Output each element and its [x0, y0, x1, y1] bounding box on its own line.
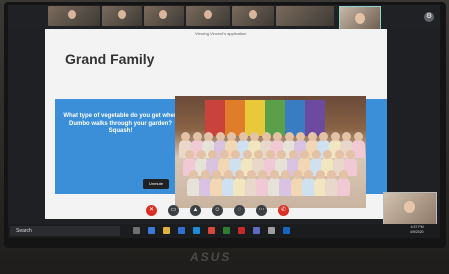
more-icon[interactable]: ⋯	[256, 205, 267, 216]
person-head	[261, 132, 271, 141]
participant-face	[118, 10, 126, 19]
file-explorer-icon[interactable]	[163, 227, 170, 234]
presenting-notice: Viewing Vincent's application	[195, 31, 247, 36]
person-head	[250, 132, 259, 141]
present-icon[interactable]: ▲	[190, 205, 201, 216]
person-head	[319, 132, 328, 141]
person-head	[258, 170, 267, 179]
edge-browser-icon[interactable]	[148, 227, 155, 234]
participant-face	[204, 10, 212, 19]
emoji-icon[interactable]: ☺	[212, 205, 223, 216]
windows-taskbar: Search 4:37 PM 4/9/2020	[8, 224, 440, 238]
store-icon[interactable]	[178, 227, 185, 234]
participant-face	[68, 10, 76, 19]
app-icon[interactable]	[223, 227, 230, 234]
word-icon[interactable]	[283, 227, 290, 234]
participant-tile[interactable]	[48, 6, 100, 26]
person-head	[281, 170, 290, 179]
person-head	[296, 132, 305, 141]
person-head	[334, 150, 344, 159]
person-head	[292, 170, 302, 179]
person-head	[204, 132, 213, 141]
person-head	[189, 170, 198, 179]
person-head	[300, 150, 309, 159]
app-icon[interactable]	[238, 227, 245, 234]
person-head	[227, 132, 236, 141]
mic-off-icon[interactable]: ✕	[146, 205, 157, 216]
person-head	[353, 132, 363, 141]
person-head	[304, 170, 313, 179]
person-head	[277, 150, 286, 159]
mail-icon[interactable]	[193, 227, 200, 234]
participant-tile[interactable]	[232, 6, 274, 26]
person-head	[311, 150, 321, 159]
participant-camera-thumbnail[interactable]	[383, 192, 437, 227]
person-head	[181, 132, 190, 141]
person-head	[196, 150, 206, 159]
end-call-icon[interactable]: ✆	[278, 205, 289, 216]
person-head	[307, 132, 317, 141]
laptop-screen: ⚙ Viewing Vincent's application Grand Fa…	[8, 5, 440, 238]
participant-tile[interactable]	[144, 6, 184, 26]
participant-tile[interactable]	[276, 6, 334, 26]
person-head	[254, 150, 263, 159]
clock-date: 4/9/2020	[410, 230, 424, 234]
chat-icon[interactable]: ◌	[234, 205, 245, 216]
app-icon[interactable]	[268, 227, 275, 234]
person-head	[269, 170, 279, 179]
task-view-icon[interactable]	[133, 227, 140, 234]
person-body	[336, 178, 350, 196]
person-head	[208, 150, 217, 159]
taskbar-search-box[interactable]: Search	[10, 226, 120, 236]
group-photo	[175, 96, 366, 208]
person-head	[265, 150, 275, 159]
system-clock[interactable]: 4:37 PM 4/9/2020	[410, 225, 424, 235]
person-head	[185, 150, 194, 159]
person-head	[330, 132, 340, 141]
slide-riddle-text: What type of vegetable do you get when D…	[63, 113, 178, 134]
slide-title: Grand Family	[65, 51, 155, 67]
camera-icon[interactable]: ▭	[168, 205, 179, 216]
person-head	[212, 170, 221, 179]
person-head	[200, 170, 210, 179]
participant-face	[404, 201, 415, 213]
person-head	[238, 132, 248, 141]
person-head	[215, 132, 225, 141]
person-head	[288, 150, 298, 159]
person-head	[346, 150, 355, 159]
person-head	[284, 132, 294, 141]
participant-face	[249, 10, 257, 19]
settings-gear-icon[interactable]: ⚙	[424, 12, 434, 22]
person-head	[242, 150, 252, 159]
laptop-brand-logo: ASUS	[190, 250, 232, 264]
unmute-button[interactable]: Unmute	[143, 179, 169, 189]
person-head	[192, 132, 202, 141]
person-head	[342, 132, 351, 141]
person-head	[219, 150, 229, 159]
person-head	[223, 170, 233, 179]
app-icon[interactable]	[253, 227, 260, 234]
participant-tile[interactable]	[102, 6, 142, 26]
shared-slide: Viewing Vincent's application Grand Fami…	[45, 29, 387, 219]
people-group	[175, 130, 366, 208]
person-head	[273, 132, 282, 141]
participant-face	[355, 13, 365, 24]
participant-face	[159, 10, 167, 19]
person-head	[323, 150, 332, 159]
chrome-icon[interactable]	[208, 227, 215, 234]
person-head	[231, 150, 240, 159]
person-head	[246, 170, 256, 179]
person-head	[235, 170, 244, 179]
person-head	[327, 170, 336, 179]
person-head	[315, 170, 325, 179]
person-head	[338, 170, 348, 179]
participant-tile[interactable]	[186, 6, 230, 26]
